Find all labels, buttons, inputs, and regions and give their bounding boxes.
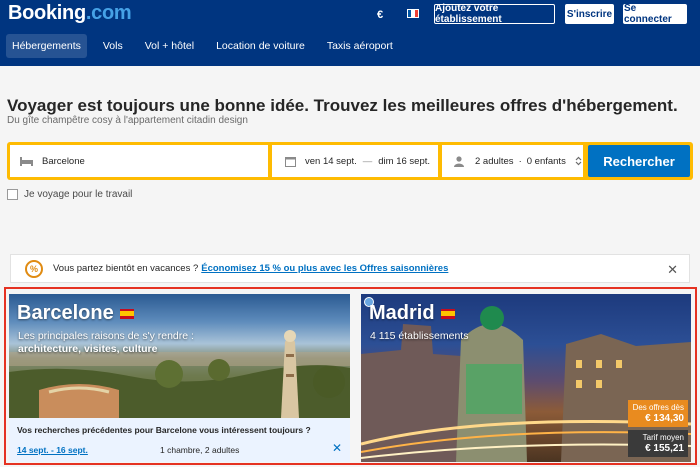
nav-item-flight-hotel[interactable]: Vol + hôtel xyxy=(139,34,200,58)
close-icon[interactable]: ✕ xyxy=(332,441,342,455)
date-separator: — xyxy=(362,155,373,167)
madrid-property-count: 4 115 établissements xyxy=(370,330,469,342)
search-bar: Barcelone ven 14 sept. — dim 16 sept. 2 … xyxy=(7,142,693,180)
nav-item-flights[interactable]: Vols xyxy=(97,34,129,58)
destination-card-madrid[interactable]: Madrid 4 115 établissements Des offres d… xyxy=(361,294,691,462)
login-button[interactable]: Se connecter xyxy=(623,3,687,25)
average-label: Tarif moyen xyxy=(642,433,684,442)
nav-item-accommodation[interactable]: Hébergements xyxy=(6,34,87,58)
work-travel-checkbox[interactable]: Je voyage pour le travail xyxy=(7,189,132,200)
add-property-button[interactable]: Ajoutez votre établissement xyxy=(434,3,555,25)
average-price: € 155,21 xyxy=(645,443,684,454)
offer-label: Des offres dès xyxy=(632,403,684,412)
seasonal-offers-banner: % Vous partez bientôt en vacances ? Écon… xyxy=(10,254,690,283)
recent-search-rooms: 1 chambre, 2 adultes xyxy=(160,445,240,455)
recent-search-panel: Vos recherches précédentes pour Barcelon… xyxy=(9,418,350,462)
person-icon xyxy=(452,155,466,167)
chevron-updown-icon xyxy=(575,156,582,166)
booking-logo[interactable]: Booking.com xyxy=(8,2,132,25)
calendar-icon xyxy=(282,156,298,167)
destination-card-barcelona[interactable]: Barcelone Les principales raisons de s'y… xyxy=(9,294,350,462)
nav-item-airport-taxi[interactable]: Taxis aéroport xyxy=(321,34,399,58)
seasonal-offers-link[interactable]: Économisez 15 % ou plus avec les Offres … xyxy=(201,263,448,274)
close-icon[interactable]: ✕ xyxy=(667,262,678,278)
banner-text: Vous partez bientôt en vacances ? xyxy=(53,263,199,274)
guests-field[interactable]: 2 adultes · 0 enfants xyxy=(442,145,583,177)
guests-separator: · xyxy=(518,155,522,167)
checkout-date: dim 16 sept. xyxy=(378,155,431,167)
work-travel-label: Je voyage pour le travail xyxy=(24,189,133,200)
search-button[interactable]: Rechercher xyxy=(588,145,690,177)
discount-badge-icon: % xyxy=(25,259,43,278)
currency-selector[interactable]: € xyxy=(377,9,383,21)
dates-field[interactable]: ven 14 sept. — dim 16 sept. xyxy=(272,145,438,177)
checkbox-icon[interactable] xyxy=(7,189,18,200)
main-nav: Hébergements Vols Vol + hôtel Location d… xyxy=(0,34,409,58)
bed-icon xyxy=(16,156,36,166)
offer-price: € 134,30 xyxy=(645,413,684,424)
destination-value: Barcelone xyxy=(42,155,85,167)
page-title: Voyager est toujours une bonne idée. Tro… xyxy=(7,96,678,115)
register-button[interactable]: S'inscrire xyxy=(565,4,614,24)
header: Booking.com € Ajoutez votre établissemen… xyxy=(0,0,700,66)
offer-price-badge: Des offres dès € 134,30 xyxy=(628,400,688,427)
spain-flag-icon xyxy=(440,308,455,319)
children-value: 0 enfants xyxy=(526,155,566,167)
adults-value: 2 adultes xyxy=(475,155,514,167)
barcelona-reasons: Les principales raisons de s'y rendre : xyxy=(18,330,194,342)
barcelona-highlights: architecture, visites, culture xyxy=(18,343,158,355)
madrid-title: Madrid xyxy=(369,302,455,325)
page-subtitle: Du gîte champêtre cosy à l'appartement c… xyxy=(7,115,248,126)
recent-search-dates[interactable]: 14 sept. - 16 sept. xyxy=(17,445,88,455)
hero-section: Voyager est toujours une bonne idée. Tro… xyxy=(0,66,700,230)
average-price-badge: Tarif moyen € 155,21 xyxy=(628,430,688,457)
barcelona-title: Barcelone xyxy=(17,302,134,325)
checkin-date: ven 14 sept. xyxy=(305,155,357,167)
france-flag-icon[interactable] xyxy=(407,9,419,18)
recent-search-question: Vos recherches précédentes pour Barcelon… xyxy=(17,425,311,435)
spain-flag-icon xyxy=(119,308,134,319)
destination-field[interactable]: Barcelone xyxy=(10,145,268,177)
nav-item-car-rental[interactable]: Location de voiture xyxy=(210,34,311,58)
